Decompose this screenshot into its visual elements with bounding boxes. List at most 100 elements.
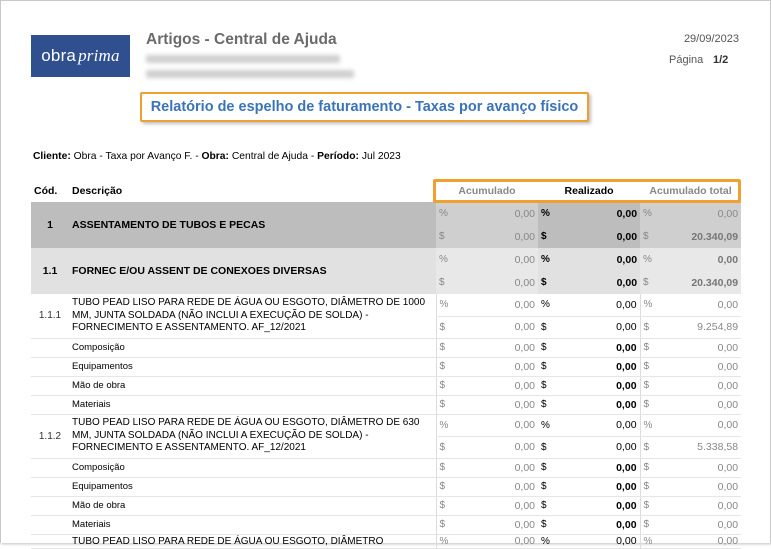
row-description: ASSENTAMENTO DE TUBOS E PECAS [69, 202, 436, 248]
table-row: 1.1.1 TUBO PEAD LISO PARA REDE DE ÁGUA O… [31, 294, 742, 339]
accumulated-pct: 0,00 [450, 534, 539, 549]
total-value: 0,00 [654, 477, 742, 497]
cur-symbol: $ [435, 496, 450, 516]
cur-symbol: $ [538, 271, 553, 294]
row-code: 1.1 [31, 248, 69, 294]
cur-symbol: $ [639, 458, 655, 478]
cur-symbol: $ [538, 477, 553, 497]
cur-symbol: $ [639, 515, 655, 535]
separator: - [310, 151, 315, 162]
accumulated-value: 0,00 [450, 338, 539, 358]
pct-symbol: % [640, 202, 655, 225]
realized-pct: 0,00 [552, 248, 641, 271]
col-accumulated-total: Acumulado total [649, 184, 732, 197]
accumulated-value: 0,00 [450, 477, 539, 497]
page-label: Página [669, 54, 704, 66]
table-row: Equipamentos $ 0,00 $ 0,00 $ 0,00 [31, 477, 742, 497]
total-value: 0,00 [654, 357, 742, 377]
realized-value: 0,00 [552, 376, 641, 396]
row-description: Mão de obra [69, 496, 436, 516]
realized-value: 0,00 [552, 316, 641, 339]
logo-text-a: obra [41, 46, 77, 65]
row-code: 1 [31, 202, 69, 248]
total-value: 0,00 [654, 395, 742, 415]
realized-pct: 0,00 [552, 294, 641, 317]
table-row: Composição $ 0,00 $ 0,00 $ 0,00 [31, 338, 742, 358]
row-code: 1.1.1 [31, 294, 69, 339]
accumulated-value: 0,00 [450, 436, 539, 459]
total-value: 20.340,09 [654, 225, 742, 248]
pct-symbol: % [639, 294, 655, 317]
cur-symbol: $ [640, 271, 655, 294]
accumulated-value: 0,00 [450, 376, 539, 396]
cur-symbol: $ [435, 357, 450, 377]
pct-symbol: % [435, 414, 450, 437]
table-row: 1.1 FORNEC E/OU ASSENT DE CONEXOES DIVER… [31, 248, 742, 294]
col-accumulated: Acumulado [458, 184, 516, 197]
realized-pct: 0,00 [552, 202, 641, 225]
col-realized: Realizado [564, 184, 614, 197]
client-label: Cliente: [33, 151, 71, 162]
period-label: Período: [317, 151, 359, 162]
row-description: Equipamentos [69, 357, 436, 377]
pct-symbol: % [435, 534, 450, 549]
cur-symbol: $ [435, 515, 450, 535]
cur-symbol: $ [639, 477, 655, 497]
client-value: Obra - Taxa por Avanço F. [73, 151, 193, 162]
col-code: Cód. [34, 184, 58, 197]
cur-symbol: $ [639, 496, 655, 516]
cur-symbol: $ [435, 376, 450, 396]
accumulated-value: 0,00 [450, 271, 539, 294]
table-row: TUBO PEAD LISO PARA REDE DE ÁGUA OU ESGO… [31, 534, 742, 549]
logo-text-b: prima [78, 46, 120, 65]
company-logo: obra prima [31, 35, 130, 77]
table-row: Mão de obra $ 0,00 $ 0,00 $ 0,00 [31, 376, 742, 396]
pct-symbol: % [538, 248, 553, 271]
redacted-line [146, 70, 354, 78]
cur-symbol: $ [639, 436, 655, 459]
table-row: 1 ASSENTAMENTO DE TUBOS E PECAS % 0,00 %… [31, 202, 742, 248]
total-value: 0,00 [654, 338, 742, 358]
accumulated-value: 0,00 [450, 515, 539, 535]
pct-symbol: % [435, 294, 450, 317]
accumulated-pct: 0,00 [450, 294, 539, 317]
report-date: 29/09/2023 [683, 33, 739, 45]
accumulated-pct: 0,00 [450, 202, 539, 225]
row-description: Equipamentos [69, 477, 436, 497]
cur-symbol: $ [435, 436, 450, 459]
cur-symbol: $ [639, 395, 655, 415]
cur-symbol: $ [538, 458, 553, 478]
accumulated-value: 0,00 [450, 395, 539, 415]
cur-symbol: $ [538, 338, 553, 358]
table-row: Materiais $ 0,00 $ 0,00 $ 0,00 [31, 515, 742, 535]
row-description: Composição [69, 458, 436, 478]
cur-symbol: $ [435, 316, 450, 339]
obra-label: Obra: [201, 151, 229, 162]
cur-symbol: $ [639, 376, 655, 396]
table-row: Composição $ 0,00 $ 0,00 $ 0,00 [31, 458, 742, 478]
row-description: Materiais [69, 395, 436, 415]
pct-symbol: % [639, 534, 655, 549]
realized-value: 0,00 [552, 515, 641, 535]
pct-symbol: % [538, 414, 553, 437]
cur-symbol: $ [538, 395, 553, 415]
accumulated-value: 0,00 [450, 225, 539, 248]
realized-value: 0,00 [552, 357, 641, 377]
total-value: 0,00 [654, 458, 742, 478]
cur-symbol: $ [639, 316, 655, 339]
accumulated-pct: 0,00 [450, 414, 539, 437]
realized-pct: 0,00 [552, 534, 641, 549]
accumulated-value: 0,00 [450, 357, 539, 377]
client-info-line: Cliente: Obra - Taxa por Avanço F. - Obr… [33, 151, 401, 162]
total-pct: 0,00 [654, 534, 742, 549]
report-title: Relatório de espelho de faturamento - Ta… [140, 92, 589, 122]
accumulated-value: 0,00 [450, 496, 539, 516]
realized-value: 0,00 [552, 225, 641, 248]
row-description: TUBO PEAD LISO PARA REDE DE ÁGUA OU ESGO… [69, 414, 436, 459]
total-value: 0,00 [654, 515, 742, 535]
obra-value: Central de Ajuda [231, 151, 308, 162]
cur-symbol: $ [436, 225, 450, 248]
cur-symbol: $ [639, 357, 655, 377]
cur-symbol: $ [435, 458, 450, 478]
period-value: Jul 2023 [361, 151, 401, 162]
